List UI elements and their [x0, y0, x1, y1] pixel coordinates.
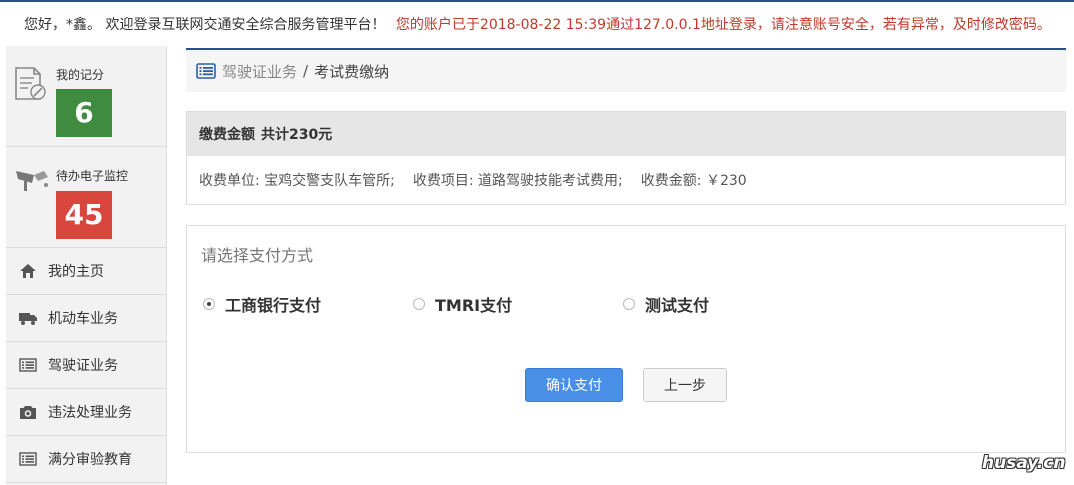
sidebar-item-violation[interactable]: 违法处理业务	[6, 389, 166, 436]
login-warning: 您的账户已于2018-08-22 15:39通过127.0.0.1地址登录，请注…	[395, 17, 1051, 33]
document-pen-icon	[14, 66, 46, 106]
monitor-label: 待办电子监控	[56, 169, 129, 183]
camera-monitor-icon	[14, 167, 50, 197]
truck-icon	[18, 309, 38, 327]
payment-panel: 请选择支付方式 工商银行支付 TMRI支付 测试支付 确认支付 上一步	[186, 225, 1066, 453]
radio-unchecked-icon[interactable]	[623, 298, 635, 310]
sidebar-item-education[interactable]: 满分审验教育	[6, 436, 166, 483]
score-block[interactable]: 我的记分 6	[6, 46, 166, 147]
score-badge: 6	[56, 89, 112, 137]
sidebar-item-vehicle[interactable]: 机动车业务	[6, 295, 166, 342]
fee-unit: 收费单位: 宝鸡交警支队车管所;	[199, 173, 395, 189]
payment-title: 请选择支付方式	[201, 246, 314, 265]
radio-unchecked-icon[interactable]	[413, 298, 425, 310]
radio-label: 工商银行支付	[225, 296, 322, 315]
list-icon	[18, 450, 38, 468]
fee-item: 收费项目: 道路驾驶技能考试费用;	[412, 173, 623, 189]
sidebar-item-license[interactable]: 驾驶证业务	[6, 342, 166, 389]
fee-title: 缴费金额	[199, 127, 255, 143]
breadcrumb: 驾驶证业务 / 考试费缴纳	[186, 48, 1066, 92]
radio-test[interactable]: 测试支付	[623, 292, 709, 316]
monitor-badge: 45	[56, 191, 112, 239]
fee-details: 收费单位: 宝鸡交警支队车管所; 收费项目: 道路驾驶技能考试费用; 收费金额:…	[187, 156, 1065, 204]
sidebar-item-label: 违法处理业务	[48, 405, 132, 421]
sidebar-item-label: 我的主页	[48, 264, 104, 280]
camera-icon	[18, 403, 38, 421]
welcome-bar: 您好，*鑫。 欢迎登录互联网交通安全综合服务管理平台！ 您的账户已于2018-0…	[24, 14, 1051, 34]
sidebar-item-label: 满分审验教育	[48, 452, 132, 468]
fee-panel-header: 缴费金额 共计230元	[187, 112, 1065, 156]
list-icon	[196, 63, 216, 79]
back-button[interactable]: 上一步	[643, 368, 727, 402]
radio-icbc[interactable]: 工商银行支付	[203, 292, 321, 316]
breadcrumb-parent-link[interactable]: 驾驶证业务	[222, 61, 297, 82]
watermark: husay.cn	[982, 453, 1066, 473]
sidebar-item-home[interactable]: 我的主页	[6, 248, 166, 295]
fee-amount: 收费金额: ￥230	[640, 173, 747, 189]
monitor-block[interactable]: 待办电子监控 45	[6, 147, 166, 248]
home-icon	[18, 262, 38, 280]
fee-panel: 缴费金额 共计230元 收费单位: 宝鸡交警支队车管所; 收费项目: 道路驾驶技…	[186, 111, 1066, 205]
sidebar: 我的记分 6 待办电子监控 45 我的主页 机动车业务 驾驶证业务 违法处理业务…	[6, 46, 167, 485]
score-label: 我的记分	[56, 68, 105, 82]
radio-label: 测试支付	[645, 296, 710, 315]
sidebar-item-label: 驾驶证业务	[48, 358, 118, 374]
breadcrumb-separator: /	[303, 62, 309, 80]
radio-checked-icon[interactable]	[203, 298, 215, 310]
sidebar-item-label: 机动车业务	[48, 311, 118, 327]
breadcrumb-current: 考试费缴纳	[314, 62, 390, 81]
fee-total: 共计230元	[261, 127, 333, 143]
welcome-greeting: 您好，*鑫。 欢迎登录互联网交通安全综合服务管理平台！	[24, 17, 386, 33]
radio-label: TMRI支付	[435, 296, 513, 315]
list-icon	[18, 356, 38, 374]
confirm-payment-button[interactable]: 确认支付	[525, 368, 623, 402]
top-accent-line	[0, 0, 1074, 2]
radio-tmri[interactable]: TMRI支付	[413, 292, 512, 316]
